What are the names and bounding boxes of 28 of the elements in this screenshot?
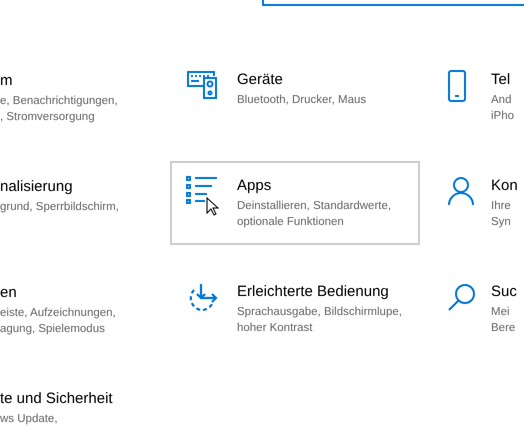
tile-title: Erleichterte Bedienung (237, 282, 390, 302)
tile-description: Sprachausgabe, Bildschirmlupe, hoher Kontrast (237, 305, 402, 336)
person-icon (447, 176, 475, 206)
search-icon (447, 282, 477, 312)
tile-title: Tel (491, 70, 512, 90)
tile-description: grund, Sperrbildschirm, (0, 200, 120, 215)
phone-icon (447, 70, 467, 102)
tile-description: eiste, Aufzeichnungen, agung, Spielemodus (0, 306, 117, 337)
tile-title: te und Sicherheit (0, 389, 114, 409)
tile-title: Geräte (237, 70, 284, 90)
tile-title: Kon (491, 176, 518, 196)
tile-description: Deinstallieren, Standardwerte, optionale Funktionen (237, 199, 392, 230)
tile-title: m (0, 71, 14, 91)
tile-title: nalisierung (0, 177, 74, 197)
tile-title: en (0, 283, 18, 303)
tile-description: Mei Bere (491, 305, 516, 336)
tile-description: And iPho (491, 93, 514, 124)
tile-description: ws Update, (0, 412, 59, 426)
tile-title: Apps (237, 176, 272, 196)
tile-description: Ihre Syn (491, 199, 512, 230)
list-icon (186, 176, 218, 204)
search-field[interactable] (262, 0, 524, 6)
tile-description: Bluetooth, Drucker, Maus (237, 93, 366, 108)
tile-title: Suc (491, 282, 517, 302)
mouse-cursor-icon (206, 197, 219, 216)
keyboard-speaker-icon (186, 70, 220, 100)
settings-tile[interactable]: Apps Deinstallieren, Standardwerte, optionale Funktionen (170, 161, 420, 245)
tile-description: e, Benachrichtigungen, , Stromversorgung (0, 94, 119, 125)
